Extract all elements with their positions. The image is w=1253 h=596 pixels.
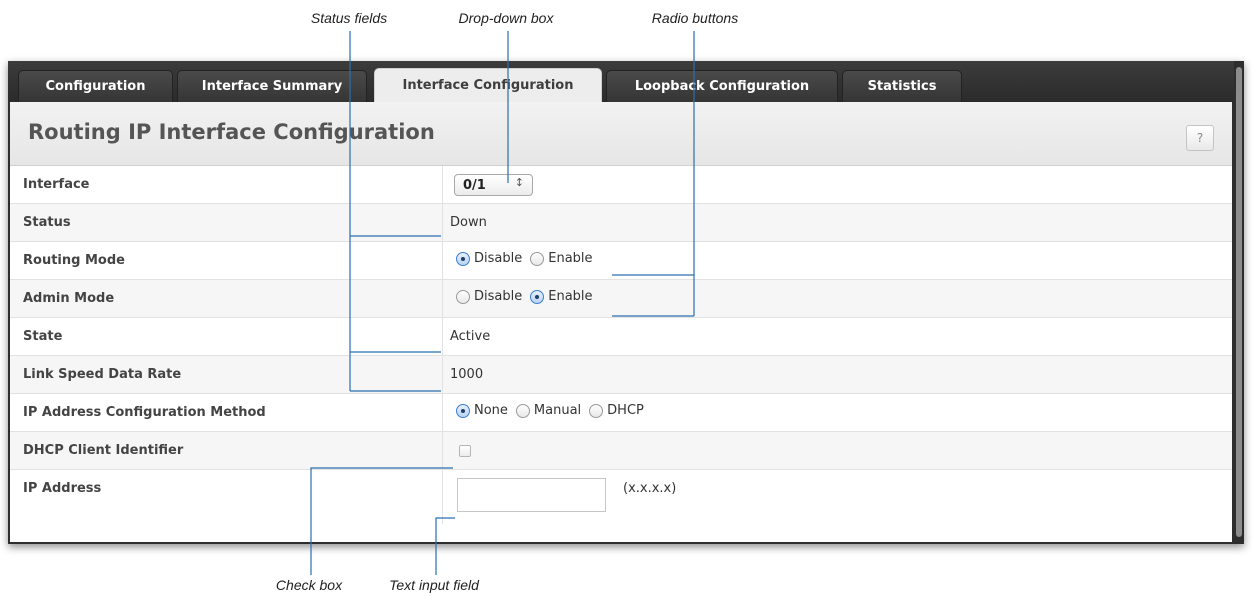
admin-mode-disable-label: Disable xyxy=(474,289,523,304)
row-ip-address: IP Address (x.x.x.x) xyxy=(10,470,1232,524)
panel-header: Routing IP Interface Configuration ? xyxy=(10,102,1232,166)
column-divider xyxy=(442,432,443,469)
ip-method-none-label: None xyxy=(474,403,508,418)
dhcp-client-id-label: DHCP Client Identifier xyxy=(23,443,184,458)
tab-bar: Configuration Interface Summary Interfac… xyxy=(8,61,1234,102)
routing-mode-radio-group: Disable Enable xyxy=(456,251,601,266)
row-dhcp-client-id: DHCP Client Identifier xyxy=(10,432,1232,470)
ip-method-dhcp-label: DHCP xyxy=(607,403,644,418)
interface-select-value: 0/1 xyxy=(463,178,486,193)
row-state: State Active xyxy=(10,318,1232,356)
ip-method-none-radio[interactable] xyxy=(456,403,470,418)
row-ip-method: IP Address Configuration Method None Man… xyxy=(10,394,1232,432)
select-arrows-icon: ↕ xyxy=(514,176,524,189)
column-divider xyxy=(442,356,443,393)
ip-address-label: IP Address xyxy=(23,481,102,496)
ip-method-manual-option[interactable]: Manual xyxy=(515,403,582,418)
scrollbar[interactable] xyxy=(1234,61,1244,544)
status-label: Status xyxy=(23,215,71,230)
row-status: Status Down xyxy=(10,204,1232,242)
row-routing-mode: Routing Mode Disable Enable xyxy=(10,242,1232,280)
routing-mode-disable-option[interactable]: Disable xyxy=(456,251,522,266)
ip-method-label: IP Address Configuration Method xyxy=(23,405,266,420)
routing-mode-disable-radio[interactable] xyxy=(456,251,470,266)
admin-mode-enable-radio[interactable] xyxy=(530,289,545,304)
ip-method-manual-label: Manual xyxy=(533,403,582,418)
ip-address-format-hint: (x.x.x.x) xyxy=(623,481,677,496)
help-button[interactable]: ? xyxy=(1186,125,1214,151)
state-label: State xyxy=(23,329,63,344)
admin-mode-disable-radio[interactable] xyxy=(456,289,470,304)
callout-radio-buttons: Radio buttons xyxy=(651,10,739,26)
column-divider xyxy=(442,242,443,279)
interface-select[interactable]: 0/1 ↕ xyxy=(454,174,533,196)
admin-mode-disable-option[interactable]: Disable xyxy=(456,289,522,304)
admin-mode-enable-option[interactable]: Enable xyxy=(530,289,593,304)
column-divider xyxy=(442,318,443,355)
callout-drop-down-box: Drop-down box xyxy=(458,10,554,26)
admin-mode-label: Admin Mode xyxy=(23,291,115,306)
column-divider xyxy=(442,166,443,203)
routing-mode-disable-label: Disable xyxy=(474,251,523,266)
tab-configuration[interactable]: Configuration xyxy=(18,70,173,102)
routing-mode-label: Routing Mode xyxy=(23,253,125,268)
ip-method-radio-group: None Manual DHCP xyxy=(456,403,652,418)
admin-mode-enable-label: Enable xyxy=(548,289,593,304)
scrollbar-thumb[interactable] xyxy=(1236,67,1242,537)
column-divider xyxy=(442,470,443,524)
column-divider xyxy=(442,280,443,317)
tab-interface-configuration[interactable]: Interface Configuration xyxy=(374,68,602,102)
column-divider xyxy=(442,394,443,431)
ip-method-manual-radio[interactable] xyxy=(515,403,530,418)
column-divider xyxy=(442,204,443,241)
routing-mode-enable-option[interactable]: Enable xyxy=(530,251,593,266)
tab-interface-summary[interactable]: Interface Summary xyxy=(177,70,367,102)
ip-address-input[interactable] xyxy=(457,478,606,512)
row-link-speed: Link Speed Data Rate 1000 xyxy=(10,356,1232,394)
routing-mode-enable-label: Enable xyxy=(548,251,593,266)
ip-method-none-option[interactable]: None xyxy=(456,403,508,418)
state-value: Active xyxy=(450,329,491,344)
tab-statistics[interactable]: Statistics xyxy=(842,70,962,102)
link-speed-label: Link Speed Data Rate xyxy=(23,367,182,382)
app-window: Configuration Interface Summary Interfac… xyxy=(8,61,1244,544)
link-speed-value: 1000 xyxy=(450,367,484,382)
ip-method-dhcp-radio[interactable] xyxy=(589,403,604,418)
callout-status-fields: Status fields xyxy=(310,10,388,26)
row-admin-mode: Admin Mode Disable Enable xyxy=(10,280,1232,318)
dhcp-client-id-checkbox[interactable] xyxy=(459,445,471,457)
interface-label: Interface xyxy=(23,177,90,192)
row-interface: Interface 0/1 ↕ xyxy=(10,166,1232,204)
admin-mode-radio-group: Disable Enable xyxy=(456,289,601,304)
callout-check-box: Check box xyxy=(275,577,343,593)
tab-loopback-configuration[interactable]: Loopback Configuration xyxy=(606,70,838,102)
routing-mode-enable-radio[interactable] xyxy=(530,251,545,266)
config-panel: Routing IP Interface Configuration ? Int… xyxy=(10,102,1232,542)
ip-method-dhcp-option[interactable]: DHCP xyxy=(589,403,644,418)
form-rows: Interface 0/1 ↕ Status Down Routing Mode xyxy=(10,166,1232,524)
callout-text-input-field: Text input field xyxy=(389,577,479,593)
status-value: Down xyxy=(450,215,487,230)
page-title: Routing IP Interface Configuration xyxy=(28,120,435,144)
